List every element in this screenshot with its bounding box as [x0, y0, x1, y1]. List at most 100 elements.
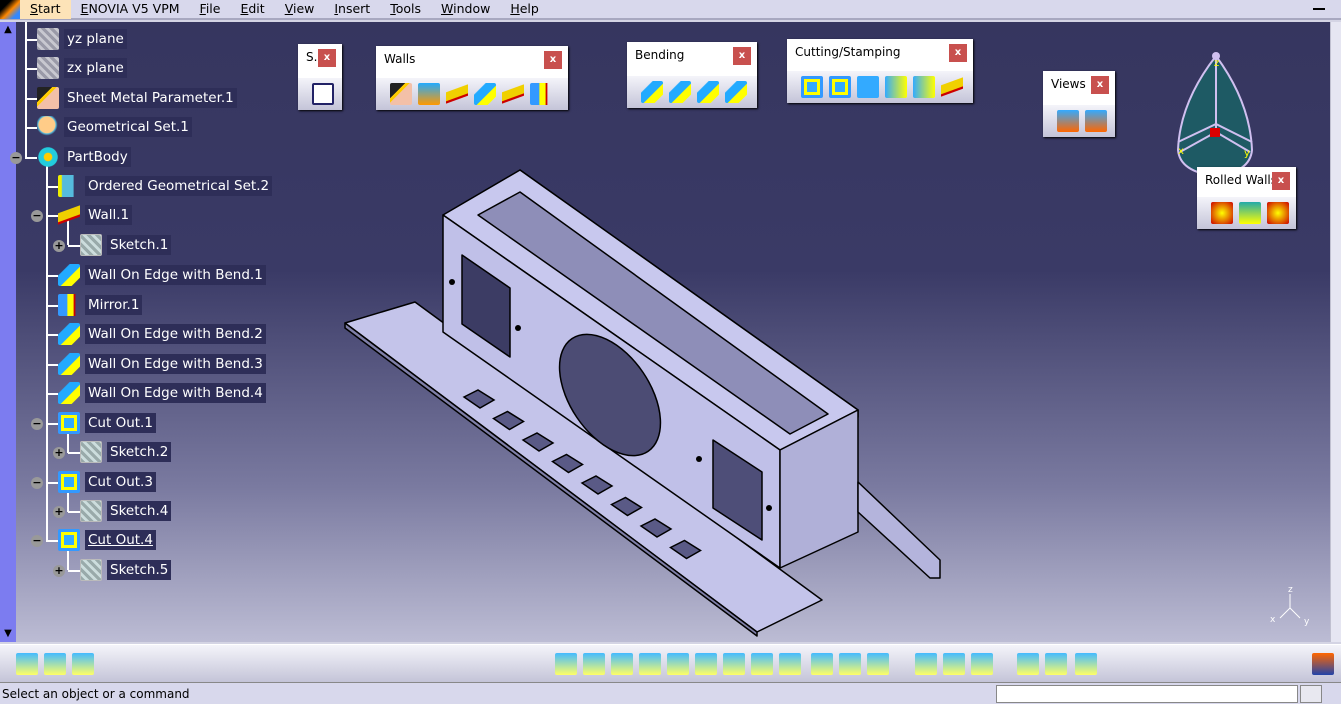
tree-node[interactable]: Sketch.5	[80, 559, 172, 581]
tree-node-label: zx plane	[64, 58, 127, 78]
collapse-node-icon[interactable]: −	[10, 152, 22, 164]
swept-walls-icon[interactable]	[530, 83, 552, 105]
collapse-node-icon[interactable]: −	[31, 477, 43, 489]
close-toolbar-button[interactable]: x	[544, 51, 562, 69]
scroll-down-arrow-icon[interactable]: ▼	[2, 628, 14, 640]
tree-node[interactable]: zx plane	[37, 57, 127, 79]
menu-insert[interactable]: Insert	[324, 0, 380, 19]
tree-node[interactable]: Sketch.1	[80, 234, 172, 256]
tree-node[interactable]: Wall On Edge with Bend.2	[58, 323, 266, 345]
plane-icon	[37, 57, 59, 79]
expand-node-icon[interactable]: +	[53, 447, 65, 459]
3ds-logo-icon[interactable]	[1312, 653, 1334, 675]
wall-icon[interactable]	[446, 83, 468, 105]
hopper-icon[interactable]	[1211, 202, 1233, 224]
multi-view-icon[interactable]	[751, 653, 773, 675]
sheet-metal-parameters-icon[interactable]	[390, 83, 412, 105]
menu-help[interactable]: Help	[500, 0, 549, 19]
tree-scrollbar[interactable]: ▲ ▼	[0, 22, 16, 642]
expand-node-icon[interactable]: +	[53, 565, 65, 577]
cut-out-icon[interactable]	[801, 76, 823, 98]
tree-node-label: Sketch.1	[107, 235, 172, 255]
close-toolbar-button[interactable]: x	[1272, 172, 1290, 190]
tree-node[interactable]: Mirror.1	[58, 294, 143, 316]
point-icon[interactable]	[915, 653, 937, 675]
extrusion-icon[interactable]	[502, 83, 524, 105]
tree-node[interactable]: Geometrical Set.1	[37, 116, 192, 138]
chamfer-icon[interactable]	[913, 76, 935, 98]
menu-file[interactable]: File	[190, 0, 231, 19]
tree-node[interactable]: Cut Out.3	[58, 471, 156, 493]
point-or-curve-mapping-icon[interactable]	[725, 81, 747, 103]
compass[interactable]: z x y	[1176, 52, 1254, 178]
tree-node[interactable]: Ordered Geometrical Set.2	[58, 175, 273, 197]
zoom-in-icon[interactable]	[667, 653, 689, 675]
menu-edit[interactable]: Edit	[230, 0, 274, 19]
minimize-button[interactable]	[1313, 8, 1325, 10]
normal-view-icon[interactable]	[723, 653, 745, 675]
rotate-icon[interactable]	[639, 653, 661, 675]
walls-recognition-icon[interactable]	[418, 83, 440, 105]
corner-icon[interactable]	[885, 76, 907, 98]
menu-view[interactable]: View	[275, 0, 325, 19]
tree-node[interactable]: Wall On Edge with Bend.4	[58, 382, 266, 404]
command-input[interactable]	[996, 685, 1298, 703]
zoom-out-icon[interactable]	[695, 653, 717, 675]
tree-node[interactable]: Sketch.4	[80, 500, 172, 522]
flange-icon[interactable]	[1267, 202, 1289, 224]
tree-node[interactable]: yz plane	[37, 28, 127, 50]
isometric-view-icon[interactable]	[779, 653, 801, 675]
sketch-icon[interactable]	[312, 83, 334, 105]
collapse-node-icon[interactable]: −	[31, 418, 43, 430]
line-icon[interactable]	[943, 653, 965, 675]
measure-inertia-icon[interactable]	[72, 653, 94, 675]
menu-enovia[interactable]: ENOVIA V5 VPM	[71, 0, 190, 19]
tree-node[interactable]: Cut Out.4	[58, 529, 156, 551]
fit-all-in-icon[interactable]	[583, 653, 605, 675]
measure-between-icon[interactable]	[16, 653, 38, 675]
tree-node[interactable]: Cut Out.1	[58, 412, 156, 434]
stamping-icon[interactable]	[941, 76, 963, 98]
tree-node[interactable]: Sketch.2	[80, 441, 172, 463]
bend-from-flat-icon[interactable]	[669, 81, 691, 103]
corner-relief-icon[interactable]	[857, 76, 879, 98]
pan-icon[interactable]	[611, 653, 633, 675]
tree-node[interactable]: Sheet Metal Parameter.1	[37, 87, 237, 109]
scan-icon[interactable]	[1017, 653, 1039, 675]
wall-on-edge-icon[interactable]	[474, 83, 496, 105]
multi-viewer-icon[interactable]	[1085, 110, 1107, 132]
close-toolbar-button[interactable]: x	[1091, 76, 1109, 94]
analysis-icon[interactable]	[1075, 653, 1097, 675]
collapse-node-icon[interactable]: −	[31, 535, 43, 547]
close-toolbar-button[interactable]: x	[949, 44, 967, 62]
expand-node-icon[interactable]: +	[53, 506, 65, 518]
tree-node[interactable]: Wall On Edge with Bend.3	[58, 353, 266, 375]
swap-visible-space-icon[interactable]	[867, 653, 889, 675]
fly-mode-icon[interactable]	[555, 653, 577, 675]
hole-icon[interactable]	[829, 76, 851, 98]
expand-node-icon[interactable]: +	[53, 240, 65, 252]
menu-start[interactable]: Start	[20, 0, 71, 19]
tree-node[interactable]: Wall On Edge with Bend.1	[58, 264, 266, 286]
close-toolbar-button[interactable]: x	[733, 47, 751, 65]
unfolding-icon[interactable]	[697, 81, 719, 103]
bend-icon[interactable]	[641, 81, 663, 103]
command-button[interactable]	[1300, 685, 1322, 703]
measure-item-icon[interactable]	[44, 653, 66, 675]
views-toolbar: Views x	[1043, 71, 1115, 137]
fold-unfold-icon[interactable]	[1057, 110, 1079, 132]
close-toolbar-button[interactable]: x	[318, 49, 336, 67]
collapse-node-icon[interactable]: −	[31, 210, 43, 222]
menu-window[interactable]: Window	[431, 0, 500, 19]
tree-node-label: Wall On Edge with Bend.4	[85, 383, 266, 403]
tree-node[interactable]: PartBody	[37, 146, 131, 168]
catia-logo-icon[interactable]	[0, 0, 20, 19]
scroll-up-arrow-icon[interactable]: ▲	[2, 24, 14, 36]
menu-tools[interactable]: Tools	[380, 0, 431, 19]
plane-icon[interactable]	[971, 653, 993, 675]
rolled-wall-icon[interactable]	[1239, 202, 1261, 224]
hide-show-icon[interactable]	[839, 653, 861, 675]
shading-icon[interactable]	[811, 653, 833, 675]
constraint-icon[interactable]	[1045, 653, 1067, 675]
tree-node[interactable]: Wall.1	[58, 204, 133, 226]
